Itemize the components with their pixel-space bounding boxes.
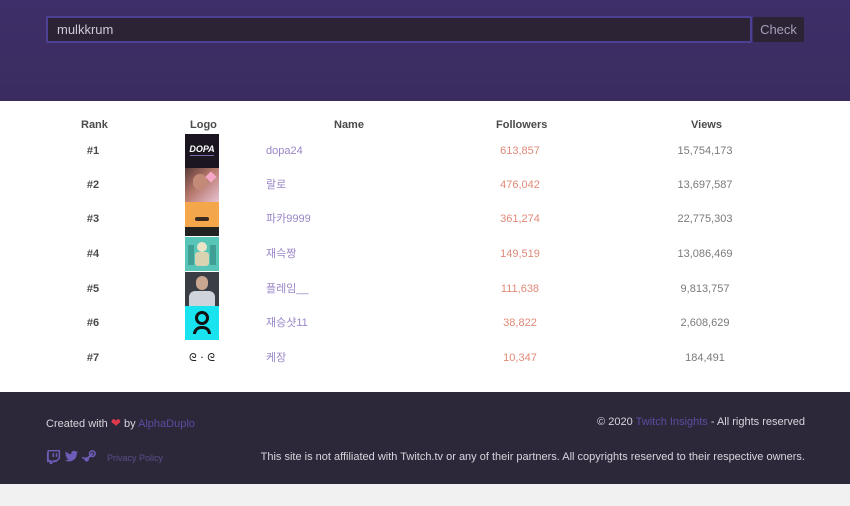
table-row: #7 ᘓ · ᘓ 케장 10,347 184,491	[0, 341, 850, 375]
views-cell: 13,086,469	[677, 248, 733, 260]
channel-logo	[185, 202, 219, 236]
table-row: #5 플레임__ 111,638 9,813,757	[0, 272, 850, 306]
channel-logo	[185, 168, 219, 202]
table-row: #2 랄로 476,042 13,697,587	[0, 168, 850, 202]
views-cell: 22,775,303	[677, 213, 733, 225]
heart-icon: ❤	[110, 416, 121, 430]
created-by: by	[123, 418, 136, 430]
rights-text: - All rights reserved	[710, 416, 805, 428]
views-cell: 184,491	[685, 352, 725, 364]
check-button[interactable]: Check	[753, 17, 804, 42]
rank-cell: #2	[86, 179, 100, 191]
followers-cell: 613,857	[500, 145, 540, 157]
table-row: #6 재승샷11 38,822 2,608,629	[0, 306, 850, 340]
logo-wordmark: DOPA	[189, 144, 215, 154]
steam-icon[interactable]	[81, 449, 97, 464]
rank-cell: #5	[86, 283, 100, 295]
channel-name-link[interactable]: 플레임__	[266, 272, 309, 306]
rank-cell: #6	[86, 317, 100, 329]
disclaimer-text: This site is not affiliated with Twitch.…	[260, 451, 805, 463]
rank-cell: #3	[86, 213, 100, 225]
views-cell: 9,813,757	[680, 283, 730, 295]
brand-link[interactable]: Twitch Insights	[636, 416, 708, 428]
table-row: #3 파카9999 361,274 22,775,303	[0, 202, 850, 236]
channel-logo	[185, 306, 219, 340]
header-rank: Rank	[81, 119, 108, 131]
channel-name-link[interactable]: 파카9999	[266, 202, 311, 236]
rank-cell: #7	[86, 352, 100, 364]
channel-name-link[interactable]: 케장	[266, 341, 286, 375]
header-followers: Followers	[496, 119, 548, 131]
followers-cell: 111,638	[500, 283, 540, 295]
channel-logo	[185, 237, 219, 271]
channel-name-link[interactable]: 재슥짱	[266, 237, 296, 271]
followers-cell: 476,042	[500, 179, 540, 191]
followers-cell: 38,822	[503, 317, 537, 329]
views-cell: 2,608,629	[680, 317, 730, 329]
channel-name-link[interactable]: 랄로	[266, 168, 286, 202]
followers-cell: 10,347	[503, 352, 537, 364]
views-cell: 15,754,173	[677, 145, 733, 157]
header-views: Views	[691, 119, 722, 131]
table-row: #4 재슥짱 149,519 13,086,469	[0, 237, 850, 271]
rank-cell: #4	[86, 248, 100, 260]
copyright-prefix: © 2020	[597, 416, 633, 428]
channel-logo	[185, 272, 219, 306]
views-cell: 13,697,587	[677, 179, 733, 191]
created-prefix: Created with	[46, 418, 108, 430]
ranking-table: Rank Logo Name Followers Views #1 DOPA d…	[0, 101, 850, 392]
search-input[interactable]	[46, 16, 752, 43]
rank-cell: #1	[86, 145, 100, 157]
channel-name-link[interactable]: 재승샷11	[266, 306, 308, 340]
header-logo: Logo	[190, 119, 217, 131]
channel-logo: DOPA	[185, 134, 219, 168]
author-link[interactable]: AlphaDuplo	[138, 418, 195, 430]
twitter-icon[interactable]	[64, 449, 79, 464]
header-name: Name	[334, 119, 364, 131]
social-links	[46, 449, 97, 464]
footer: Created with ❤ by AlphaDuplo © 2020 Twit…	[0, 392, 850, 484]
twitch-icon[interactable]	[46, 449, 61, 464]
followers-cell: 361,274	[500, 213, 540, 225]
created-with-text: Created with ❤ by AlphaDuplo	[46, 416, 195, 430]
channel-name-link[interactable]: dopa24	[266, 134, 303, 168]
followers-cell: 149,519	[500, 248, 540, 260]
channel-logo: ᘓ · ᘓ	[185, 341, 219, 375]
logo-face-glyph: ᘓ · ᘓ	[189, 351, 215, 364]
table-row: #1 DOPA dopa24 613,857 15,754,173	[0, 134, 850, 168]
privacy-policy-link[interactable]: Privacy Policy	[107, 453, 163, 463]
copyright-text: © 2020 Twitch Insights - All rights rese…	[597, 416, 805, 428]
header-banner: Check	[0, 0, 850, 101]
